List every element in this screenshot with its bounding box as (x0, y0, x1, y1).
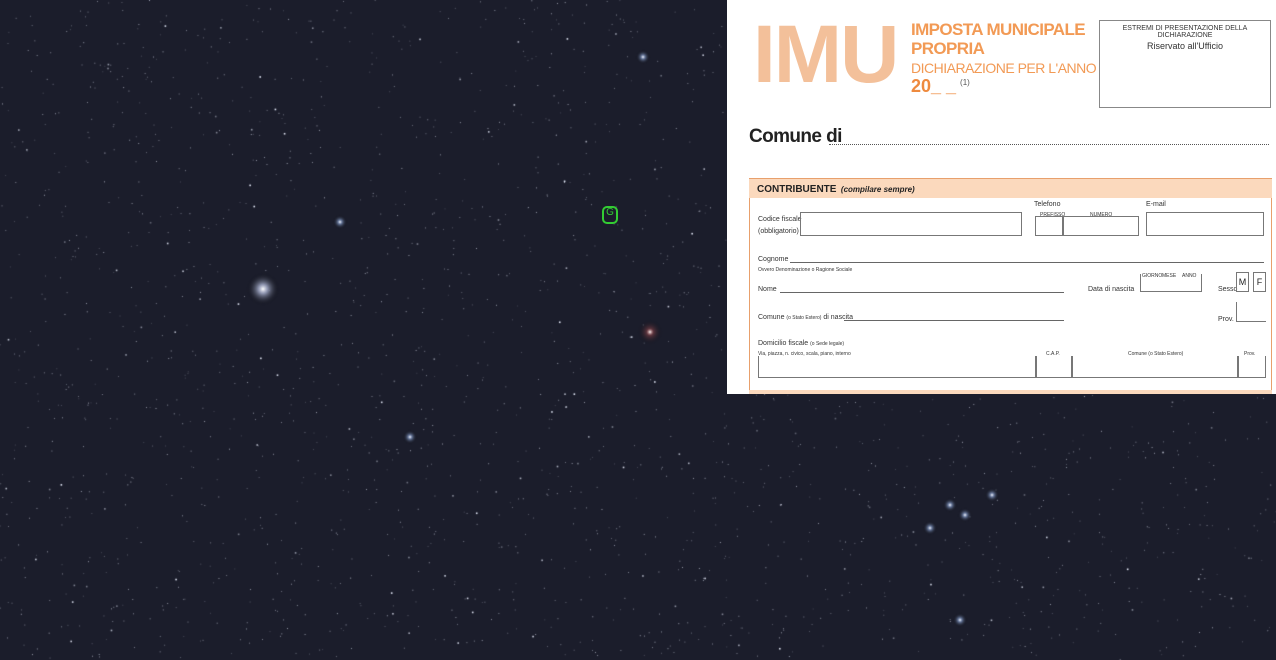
comune-input-line[interactable] (829, 144, 1269, 145)
reserved-office-box: ESTREMI DI PRESENTAZIONE DELLA DICHIARAZ… (1099, 20, 1271, 108)
cognome-field[interactable] (790, 262, 1264, 263)
section-title: CONTRIBUENTE (757, 184, 837, 195)
sesso-f-checkbox[interactable]: F (1253, 272, 1266, 292)
data-nascita-field[interactable] (1140, 274, 1202, 292)
comune-nascita-label: Comune (o Stato Estero) di nascita (758, 314, 853, 321)
imu-declaration-form: IMU IMPOSTA MUNICIPALE PROPRIA DICHIARAZ… (727, 0, 1276, 394)
cap-field[interactable] (1036, 356, 1072, 378)
form-subtitle: DICHIARAZIONE PER L'ANNO (911, 60, 1097, 76)
reserved-title: ESTREMI DI PRESENTAZIONE DELLA DICHIARAZ… (1122, 25, 1248, 39)
reserved-label: Riservato all'Ufficio (1146, 41, 1224, 51)
prov2-field[interactable] (1238, 356, 1266, 378)
contribuente-section: Codice fiscale (obbligatorio) Telefono P… (749, 198, 1272, 394)
form-title: IMPOSTA MUNICIPALE PROPRIA (911, 20, 1086, 58)
sesso-label: Sesso (1218, 286, 1238, 293)
contribuente-header: CONTRIBUENTE (compilare sempre) (749, 178, 1272, 198)
email-label: E-mail (1146, 201, 1166, 208)
nome-field[interactable] (780, 292, 1064, 293)
imu-logo: IMU (753, 9, 899, 100)
codice-fiscale-field[interactable] (800, 212, 1022, 236)
prov-field[interactable] (1236, 302, 1266, 322)
prefisso-field[interactable] (1035, 216, 1063, 236)
email-field[interactable] (1146, 212, 1264, 236)
domicilio-label: Domicilio fiscale (o Sede legale) (758, 340, 845, 347)
comune-estero-field[interactable] (1072, 356, 1238, 378)
cognome-label: Cognome (758, 256, 789, 263)
indirizzo-field[interactable] (758, 356, 1036, 378)
prov-label: Prov. (1218, 316, 1234, 323)
codice-fiscale-label: Codice fiscale (758, 216, 802, 223)
footnote-ref: (1) (960, 78, 970, 87)
next-section-bar (749, 390, 1272, 394)
comune-label: Comune di (749, 126, 842, 147)
sesso-m-checkbox[interactable]: M (1236, 272, 1249, 292)
data-nascita-label: Data di nascita (1088, 286, 1135, 293)
nome-label: Nome (758, 286, 777, 293)
section-note: (compilare sempre) (840, 185, 915, 194)
comune-nascita-field[interactable] (844, 320, 1064, 321)
cognome-note: Ovvero Denominazione o Ragione Sociale (758, 267, 853, 273)
form-year: 20_ _ (1) (911, 76, 970, 96)
sky-marker-label: G (602, 206, 618, 224)
numero-field[interactable] (1063, 216, 1139, 236)
codice-fiscale-note: (obbligatorio) (758, 228, 799, 235)
telefono-label: Telefono (1034, 201, 1061, 208)
